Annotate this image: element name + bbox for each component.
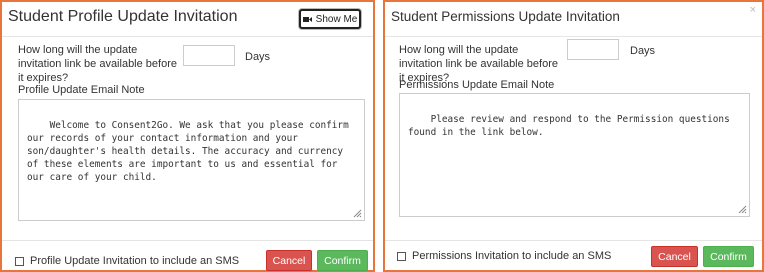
dialog-title: Student Profile Update Invitation <box>8 8 238 25</box>
close-icon[interactable]: × <box>750 4 756 16</box>
show-me-label: Show Me <box>315 13 358 25</box>
days-unit-label: Days <box>245 51 271 63</box>
dialog-footer: Profile Update Invitation to include an … <box>2 240 373 271</box>
confirm-button[interactable]: Confirm <box>703 246 754 267</box>
email-note-text: Welcome to Consent2Go. We ask that you p… <box>27 120 355 183</box>
cancel-button[interactable]: Cancel <box>651 246 698 267</box>
expiry-question-label: How long will the update invitation link… <box>18 44 177 84</box>
video-camera-icon <box>302 16 312 22</box>
days-unit-label: Days <box>630 45 656 57</box>
dialog-title: Student Permissions Update Invitation <box>391 9 620 24</box>
cancel-button[interactable]: Cancel <box>266 250 312 271</box>
sms-checkbox-label: Permissions Invitation to include an SMS <box>412 250 612 262</box>
email-note-label: Permissions Update Email Note <box>399 79 555 91</box>
resize-grip-icon[interactable] <box>738 205 747 214</box>
dialog-header: Student Profile Update Invitation Show M… <box>2 2 373 37</box>
email-note-textarea[interactable]: Welcome to Consent2Go. We ask that you p… <box>18 99 365 221</box>
sms-checkbox-label: Profile Update Invitation to include an … <box>30 255 240 267</box>
days-input[interactable] <box>567 39 619 60</box>
dialog-footer: Permissions Invitation to include an SMS… <box>385 240 762 270</box>
dialog-header: Student Permissions Update Invitation × <box>385 2 762 37</box>
profile-update-dialog: Student Profile Update Invitation Show M… <box>0 0 375 272</box>
show-me-button[interactable]: Show Me <box>299 9 361 29</box>
days-input[interactable] <box>183 45 235 66</box>
email-note-label: Profile Update Email Note <box>18 84 145 96</box>
email-note-textarea[interactable]: Please review and respond to the Permiss… <box>399 93 750 217</box>
resize-grip-icon[interactable] <box>353 209 362 218</box>
confirm-button[interactable]: Confirm <box>317 250 368 271</box>
email-note-text: Please review and respond to the Permiss… <box>408 114 736 138</box>
sms-checkbox[interactable] <box>15 257 24 266</box>
sms-checkbox[interactable] <box>397 252 406 261</box>
permissions-update-dialog: Student Permissions Update Invitation × … <box>383 0 764 272</box>
